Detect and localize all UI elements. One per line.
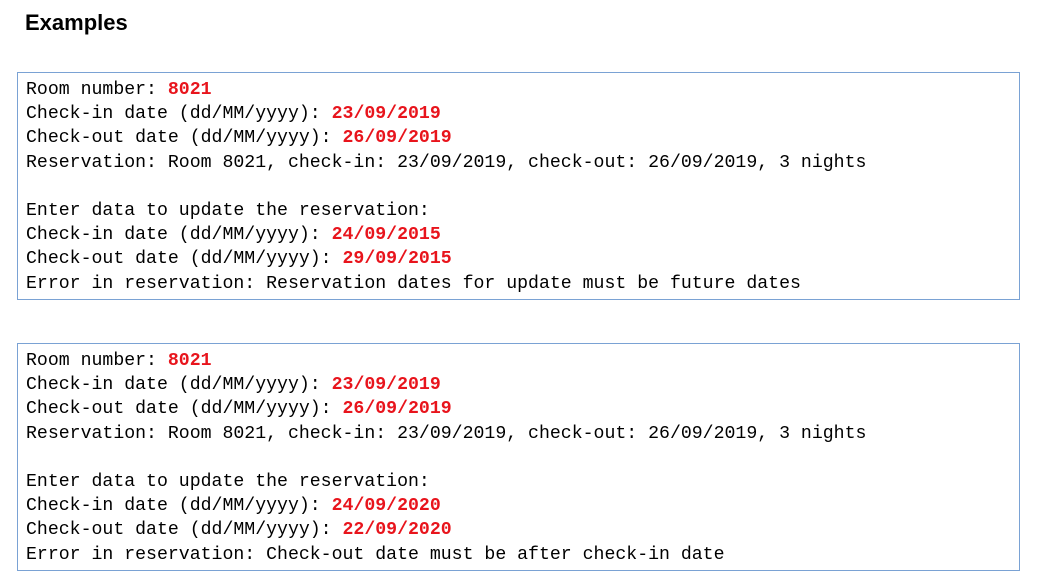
console-line: Check-out date (dd/MM/yyyy): 26/09/2019 <box>26 397 1019 421</box>
console-output: Check-in date (dd/MM/yyyy): <box>26 104 332 125</box>
console-line: Room number: 8021 <box>26 349 1019 373</box>
console-example-1: Room number: 8021 Check-in date (dd/MM/y… <box>17 72 1020 300</box>
console-line: Enter data to update the reservation: <box>26 470 1019 494</box>
console-output: Error in reservation: Check-out date mus… <box>26 544 725 565</box>
user-input: 23/09/2019 <box>331 104 441 125</box>
console-output: Check-out date (dd/MM/yyyy): <box>26 128 343 149</box>
console-line: Check-out date (dd/MM/yyyy): 22/09/2020 <box>26 518 1019 542</box>
console-output: Error in reservation: Reservation dates … <box>26 273 801 294</box>
console-output: Room number: <box>26 351 168 371</box>
console-line: Check-out date (dd/MM/yyyy): 29/09/2015 <box>26 247 1019 271</box>
console-output: Check-out date (dd/MM/yyyy): <box>26 520 343 541</box>
console-output: Enter data to update the reservation: <box>26 200 430 221</box>
user-input: 24/09/2020 <box>331 496 441 517</box>
console-output: Check-out date (dd/MM/yyyy): <box>26 399 343 420</box>
user-input: 29/09/2015 <box>342 249 452 270</box>
console-line: Check-out date (dd/MM/yyyy): 26/09/2019 <box>26 126 1019 150</box>
page-title: Examples <box>25 10 128 35</box>
console-line: Check-in date (dd/MM/yyyy): 24/09/2020 <box>26 494 1019 518</box>
console-line: Reservation: Room 8021, check-in: 23/09/… <box>26 422 1019 446</box>
console-line: Enter data to update the reservation: <box>26 199 1019 223</box>
console-line: Room number: 8021 <box>26 78 1019 102</box>
console-output: Reservation: Room 8021, check-in: 23/09/… <box>26 423 867 444</box>
user-input: 26/09/2019 <box>342 399 452 420</box>
console-output: Check-in date (dd/MM/yyyy): <box>26 496 332 517</box>
console-error-line: Error in reservation: Check-out date mus… <box>26 543 1019 567</box>
console-line: Check-in date (dd/MM/yyyy): 24/09/2015 <box>26 223 1019 247</box>
user-input: 23/09/2019 <box>331 375 441 396</box>
console-line: Check-in date (dd/MM/yyyy): 23/09/2019 <box>26 373 1019 397</box>
user-input: 26/09/2019 <box>342 128 452 149</box>
console-line: Reservation: Room 8021, check-in: 23/09/… <box>26 151 1019 175</box>
console-line: Check-in date (dd/MM/yyyy): 23/09/2019 <box>26 102 1019 126</box>
console-output: Check-in date (dd/MM/yyyy): <box>26 225 332 246</box>
console-output: Reservation: Room 8021, check-in: 23/09/… <box>26 152 867 173</box>
console-output: Room number: <box>26 80 168 100</box>
console-example-2: Room number: 8021 Check-in date (dd/MM/y… <box>17 343 1020 571</box>
console-error-line: Error in reservation: Reservation dates … <box>26 272 1019 296</box>
user-input: 24/09/2015 <box>331 225 441 246</box>
console-output: Enter data to update the reservation: <box>26 471 430 492</box>
user-input: 8021 <box>167 351 212 371</box>
user-input: 8021 <box>167 80 212 100</box>
console-output: Check-in date (dd/MM/yyyy): <box>26 375 332 396</box>
user-input: 22/09/2020 <box>342 520 452 541</box>
console-output: Check-out date (dd/MM/yyyy): <box>26 249 343 270</box>
